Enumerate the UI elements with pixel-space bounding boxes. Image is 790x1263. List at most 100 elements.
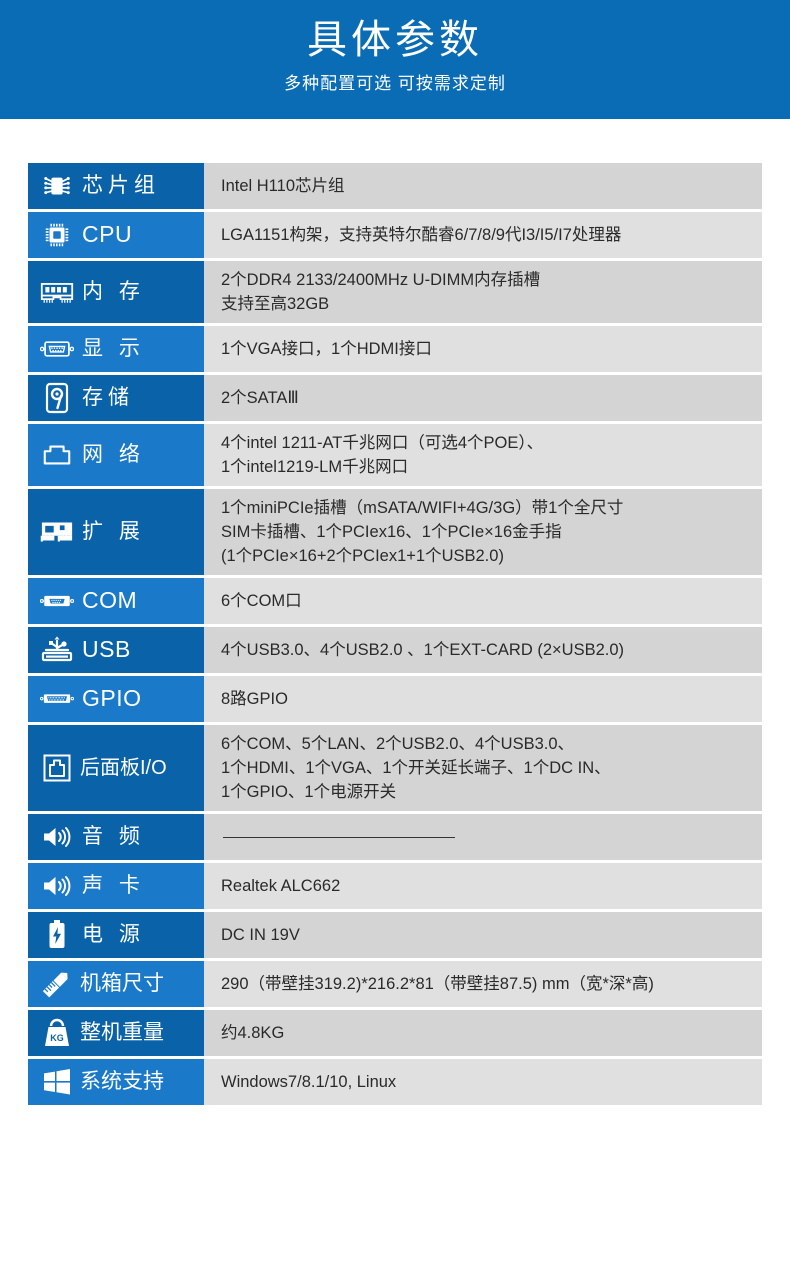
bottom-spacer <box>0 1108 790 1126</box>
expansion-card-icon <box>40 515 74 549</box>
spec-label-cell: COM <box>28 578 204 624</box>
spec-value-line: 1个intel1219-LM千兆网口 <box>221 458 409 476</box>
spec-value-cell: 6个COM口 <box>204 578 762 624</box>
spec-value-cell: Realtek ALC662 <box>204 863 762 909</box>
spec-row: 显 示 1个VGA接口，1个HDMI接口 <box>28 326 762 372</box>
spec-label-text: 存储 <box>82 386 134 410</box>
spec-value-cell: 8路GPIO <box>204 676 762 722</box>
spec-value-line: 4个intel 1211-AT千兆网口（可选4个POE）、 <box>221 434 544 452</box>
spec-row: COM 6个COM口 <box>28 578 762 624</box>
spec-value-cell: Windows7/8.1/10, Linux <box>204 1059 762 1105</box>
spec-row: CPU LGA1151构架，支持英特尔酷睿6/7/8/9代I3/I5/I7处理器 <box>28 212 762 258</box>
spec-value-cell: DC IN 19V <box>204 912 762 958</box>
spec-label-cell: 网 络 <box>28 424 204 486</box>
spec-label-text: CPU <box>82 221 133 248</box>
spec-label-cell: 扩 展 <box>28 489 204 575</box>
spec-label-text: 声 卡 <box>82 874 145 898</box>
audio-placeholder-rule <box>223 836 455 838</box>
spec-value-cell: 1个miniPCIe插槽（mSATA/WIFI+4G/3G）带1个全尺寸 SIM卡… <box>204 489 762 575</box>
spec-label-text: 内 存 <box>82 280 145 304</box>
speaker-icon <box>40 869 74 903</box>
spec-table: 芯片组 Intel H110芯片组 CPU LGA1151构架，支持英特尔酷睿6/7… <box>28 163 762 1108</box>
spec-label-cell: 音 频 <box>28 814 204 860</box>
spec-label-text: 芯片组 <box>82 174 160 198</box>
usb-icon <box>40 633 74 667</box>
spec-label-text: 系统支持 <box>80 1070 164 1094</box>
battery-power-icon <box>40 918 74 952</box>
spec-value-line: 6个COM、5个LAN、2个USB2.0、4个USB3.0、 <box>221 735 575 753</box>
spec-value-line: SIM卡插槽、1个PCIex16、1个PCIe×16金手指 <box>221 523 562 541</box>
spec-label-cell: 声 卡 <box>28 863 204 909</box>
rj45-network-icon <box>40 438 74 472</box>
spec-row: GPIO 8路GPIO <box>28 676 762 722</box>
spec-row: 内 存 2个DDR4 2133/2400MHz U-DIMM内存插槽 支持至高32G… <box>28 261 762 323</box>
spec-row: 电 源 DC IN 19V <box>28 912 762 958</box>
spec-label-cell: 系统支持 <box>28 1059 204 1105</box>
spec-label-cell: GPIO <box>28 676 204 722</box>
spec-row: 网 络 4个intel 1211-AT千兆网口（可选4个POE）、 1个intel1… <box>28 424 762 486</box>
spec-row: 系统支持 Windows7/8.1/10, Linux <box>28 1059 762 1105</box>
spec-label-cell: 电 源 <box>28 912 204 958</box>
spec-label-cell: 存储 <box>28 375 204 421</box>
spec-label-text: 电 源 <box>82 923 145 947</box>
spec-label-cell: 内 存 <box>28 261 204 323</box>
spec-value-line: DC IN 19V <box>221 926 300 944</box>
spec-value-cell <box>204 814 762 860</box>
chipset-icon <box>40 169 74 203</box>
spec-row: KG 整机重量 约4.8KG <box>28 1010 762 1056</box>
spec-row: 声 卡 Realtek ALC662 <box>28 863 762 909</box>
spec-value-cell: Intel H110芯片组 <box>204 163 762 209</box>
spec-value-cell: 4个intel 1211-AT千兆网口（可选4个POE）、 1个intel1219… <box>204 424 762 486</box>
spec-value-line: (1个PCIe×16+2个PCIex1+1个USB2.0) <box>221 547 504 565</box>
spec-value-line: 1个GPIO、1个电源开关 <box>221 783 397 801</box>
spec-label-text: 扩 展 <box>82 520 145 544</box>
spec-value-cell: 2个SATAⅢ <box>204 375 762 421</box>
weight-kg-icon: KG <box>40 1016 74 1050</box>
spec-table-wrapper: 芯片组 Intel H110芯片组 CPU LGA1151构架，支持英特尔酷睿6/7… <box>0 163 790 1108</box>
spec-label-text: 整机重量 <box>80 1021 164 1045</box>
spec-label-text: USB <box>82 636 131 663</box>
spec-value-cell: 1个VGA接口，1个HDMI接口 <box>204 326 762 372</box>
spec-label-cell: 机箱尺寸 <box>28 961 204 1007</box>
spec-label-text: 机箱尺寸 <box>80 972 164 996</box>
spec-value-line: 290（带壁挂319.2)*216.2*81（带壁挂87.5) mm（宽*深*高… <box>221 975 654 993</box>
vga-display-icon <box>40 332 74 366</box>
spec-value-line: 8路GPIO <box>221 690 288 708</box>
spec-value-cell: LGA1151构架，支持英特尔酷睿6/7/8/9代I3/I5/I7处理器 <box>204 212 762 258</box>
spec-label-text: 后面板I/O <box>80 757 167 779</box>
page-title: 具体参数 <box>307 18 483 62</box>
spec-value-line: 约4.8KG <box>221 1024 285 1042</box>
spec-value-cell: 2个DDR4 2133/2400MHz U-DIMM内存插槽 支持至高32GB <box>204 261 762 323</box>
spec-value-line: Intel H110芯片组 <box>221 177 345 195</box>
svg-text:KG: KG <box>50 1033 64 1043</box>
spec-value-line: Realtek ALC662 <box>221 877 341 895</box>
spec-value-line: 6个COM口 <box>221 592 302 610</box>
spec-label-text: 网 络 <box>82 443 145 467</box>
spec-value-cell: 约4.8KG <box>204 1010 762 1056</box>
memory-icon <box>40 275 74 309</box>
speaker-icon <box>40 820 74 854</box>
hard-disk-icon <box>40 381 74 415</box>
cpu-icon <box>40 218 74 252</box>
page-header-banner: 具体参数 多种配置可选 可按需求定制 <box>0 0 790 119</box>
com-port-icon <box>40 584 74 618</box>
spec-label-cell: CPU <box>28 212 204 258</box>
windows-logo-icon <box>40 1065 74 1099</box>
spec-value-line: 1个HDMI、1个VGA、1个开关延长端子、1个DC IN、 <box>221 759 611 777</box>
spec-row: 存储 2个SATAⅢ <box>28 375 762 421</box>
spec-value-line: 2个DDR4 2133/2400MHz U-DIMM内存插槽 <box>221 271 541 289</box>
spec-value-cell: 4个USB3.0、4个USB2.0 、1个EXT-CARD (2×USB2.0) <box>204 627 762 673</box>
spec-row: USB 4个USB3.0、4个USB2.0 、1个EXT-CARD (2×USB2… <box>28 627 762 673</box>
spec-value-line: 1个miniPCIe插槽（mSATA/WIFI+4G/3G）带1个全尺寸 <box>221 499 624 517</box>
spec-row: 扩 展 1个miniPCIe插槽（mSATA/WIFI+4G/3G）带1个全尺寸 S… <box>28 489 762 575</box>
spec-row: 音 频 <box>28 814 762 860</box>
spec-label-cell: 显 示 <box>28 326 204 372</box>
spec-label-cell: KG 整机重量 <box>28 1010 204 1056</box>
spec-label-text: 音 频 <box>82 825 145 849</box>
rear-panel-icon <box>40 751 74 785</box>
spec-label-cell: 芯片组 <box>28 163 204 209</box>
spec-value-line: Windows7/8.1/10, Linux <box>221 1073 397 1091</box>
spec-label-text: COM <box>82 587 138 614</box>
spec-row: 芯片组 Intel H110芯片组 <box>28 163 762 209</box>
spec-label-cell: USB <box>28 627 204 673</box>
